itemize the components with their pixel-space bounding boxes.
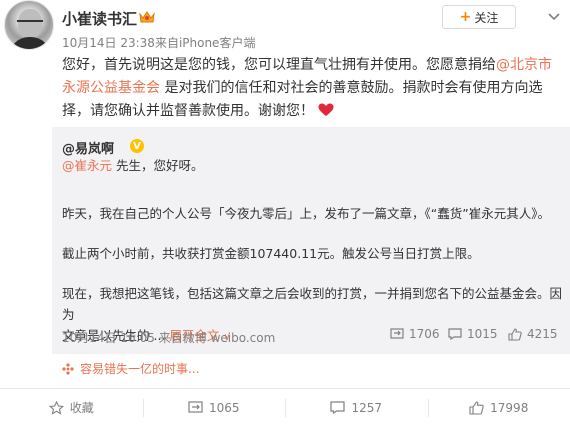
follow-label: 关注 [474,10,499,25]
repost-date[interactable]: 10月14日 16:05 [62,331,155,345]
weibo-post-card: 小崔读书汇 10月14日 23:38来自iPhone客户端 + 关注 您好，首先… [0,0,570,426]
greeting-text: 先生，您好呀。 [112,158,204,173]
mention-link[interactable]: @崔永元 [62,158,112,173]
favorite-button[interactable]: 收藏 [0,389,143,426]
chevron-down-icon[interactable] [546,8,562,24]
like-count: 17998 [490,400,529,415]
repost-source: 来自微博 weibo.com [158,331,276,345]
heart-icon [318,103,334,116]
paragraph-3-line1: 现在，我想把这笔钱，包括这篇文章之后会收到的打赏，一并捐到您名下的公益基金会。因… [62,286,563,322]
favorite-label: 收藏 [69,401,94,415]
thumbs-up-icon [508,327,522,341]
repost-count: 1065 [208,400,240,415]
repost-greeting: @崔永元 先生，您好呀。 [62,155,562,176]
star-icon [48,400,64,415]
repost-comment-count[interactable]: 1015 [448,327,498,341]
repost-repost-count[interactable]: 1706 [390,327,440,341]
crown-icon[interactable] [138,9,156,25]
like-button[interactable]: 17998 [427,389,570,426]
comment-count: 1257 [351,400,383,415]
comment-icon [448,328,462,340]
comment-button[interactable]: 1257 [285,389,428,426]
repost-meta: 10月14日 16:05 来自微博 weibo.com [62,329,275,346]
comment-icon [330,401,346,414]
verified-icon: V [130,139,144,153]
repost-box: @易岚啊 V @崔永元 先生，您好呀。 昨天，我在自己的个人公号「今夜九零后」上… [52,127,570,354]
post-source: 来自iPhone客户端 [154,36,256,50]
action-bar: 收藏 1065 1257 17998 [0,388,570,426]
repost-paragraph-2: 截止两个小时前，共收获打赏金额107440.11元。触发公号当日打赏上限。 [62,246,480,261]
promo-text: 容易错失一亿的时事... [80,362,200,376]
plus-icon: + [459,9,472,25]
promo-link[interactable]: 容易错失一亿的时事... [62,360,199,377]
repost-icon [390,328,404,339]
username[interactable]: 小崔读书汇 [62,8,137,29]
repost-like-count[interactable]: 4215 [508,327,558,341]
repost-icon [188,401,203,413]
repost-paragraph-1: 昨天，我在自己的个人公号「今夜九零后」上，发布了一篇文章，《“蠢货”崔永元其人》… [62,206,550,221]
sparkle-icon [62,362,74,375]
follow-button[interactable]: + 关注 [442,5,516,29]
post-text-part1: 您好，首先说明这是您的钱，您可以理直气壮拥有并使用。您愿意捐给 [62,57,496,73]
post-meta: 10月14日 23:38来自iPhone客户端 [62,34,255,51]
post-text: 您好，首先说明这是您的钱，您可以理直气壮拥有并使用。您愿意捐给@北京市永源公益基… [62,54,562,123]
thumbs-up-icon [469,400,484,415]
repost-button[interactable]: 1065 [142,389,286,426]
avatar[interactable] [4,0,54,50]
post-date[interactable]: 10月14日 23:38 [62,36,155,50]
